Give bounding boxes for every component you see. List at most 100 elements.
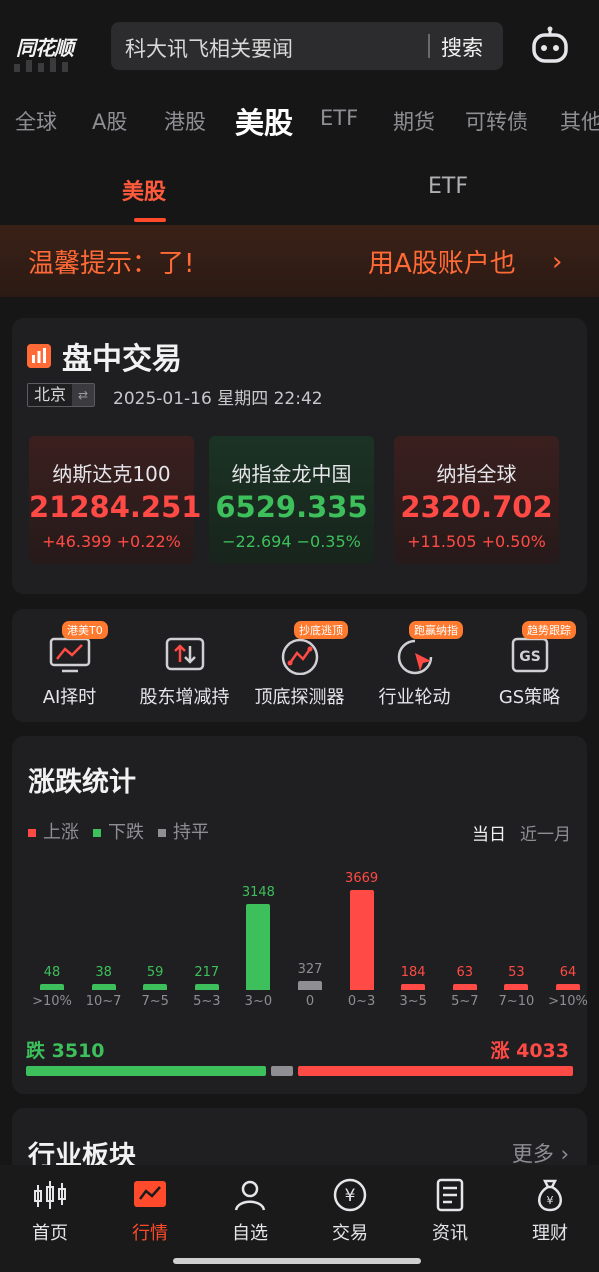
chart-bar xyxy=(401,984,426,990)
tool-peak-detector[interactable]: 抄底逃顶 顶底探测器 xyxy=(242,609,357,722)
updown-arrows-icon xyxy=(165,637,205,671)
bar-category-label: 0 xyxy=(305,994,315,1009)
tab-a-share[interactable]: A股 xyxy=(92,106,127,136)
bar-category-label: 5~7 xyxy=(451,994,479,1009)
bar-category-label: 3~0 xyxy=(244,994,273,1009)
tool-gs-strategy[interactable]: GS 趋势跟踪 GS策略 xyxy=(472,609,587,722)
nav-home[interactable]: 首页 xyxy=(0,1177,100,1247)
tab-convertible[interactable]: 可转债 xyxy=(465,106,528,136)
nav-label: 首页 xyxy=(32,1223,68,1244)
notice-text-right: 用A股账户也 xyxy=(368,249,516,279)
bar-value-label: 327 xyxy=(297,962,323,977)
nav-label: 资讯 xyxy=(432,1223,468,1244)
nav-label: 理财 xyxy=(532,1223,568,1244)
period-today[interactable]: 当日 xyxy=(472,820,506,845)
tools-card: 港美T0 AI择时 股东增减持 抄底逃顶 顶底探测器 跑赢纳指 行业轮动 GS … xyxy=(12,609,587,722)
nav-market[interactable]: 行情 xyxy=(100,1177,200,1247)
bar-category-label: 7~5 xyxy=(141,994,169,1009)
stats-title: 涨跌统计 xyxy=(28,767,136,798)
ratio-down-segment xyxy=(26,1066,266,1076)
ratio-up-segment xyxy=(298,1066,573,1076)
tool-badge: 跑赢纳指 xyxy=(409,621,463,639)
search-bar[interactable]: 科大讯飞相关要闻 搜索 xyxy=(111,22,503,70)
chart-bar xyxy=(143,984,168,990)
chart-bar xyxy=(298,981,322,990)
bar-value-label: 53 xyxy=(508,965,525,980)
nav-trade[interactable]: ¥ 交易 xyxy=(300,1177,400,1247)
chart-bar xyxy=(504,984,529,990)
down-total: 跌 3510 xyxy=(26,1040,105,1062)
bar-category-label: 10~7 xyxy=(85,994,122,1009)
bar-category-label: 5~3 xyxy=(193,994,221,1009)
index-card-nasdaq-global[interactable]: 纳指全球 2320.702 +11.505 +0.50% xyxy=(394,436,559,564)
market-tabs: 全球 A股 港股 美股 ETF 期货 可转债 其他 xyxy=(0,96,599,146)
index-name: 纳指金龙中国 xyxy=(231,462,352,486)
tool-label: 股东增减持 xyxy=(139,687,230,708)
tool-label: GS策略 xyxy=(498,687,561,708)
nav-label: 行情 xyxy=(132,1223,168,1244)
more-link[interactable]: 更多 › xyxy=(512,1138,569,1168)
svg-text:¥: ¥ xyxy=(345,1186,356,1206)
notice-banner[interactable]: 温馨提示：了! 用A股账户也 › xyxy=(0,225,599,297)
index-change: +46.399 +0.22% xyxy=(42,532,181,551)
bar-value-label: 64 xyxy=(559,965,577,980)
tab-us[interactable]: 美股 xyxy=(235,100,293,142)
nav-news[interactable]: 资讯 xyxy=(400,1177,500,1247)
robot-assistant-icon[interactable] xyxy=(530,26,570,66)
tab-other[interactable]: 其他 xyxy=(560,106,599,136)
chart-bar xyxy=(556,984,580,990)
bar-value-label: 3669 xyxy=(345,871,379,886)
yen-icon: ¥ xyxy=(333,1178,367,1212)
index-change: +11.505 +0.50% xyxy=(407,532,546,551)
tool-badge: 港美T0 xyxy=(62,621,108,639)
chart-bar xyxy=(194,984,219,990)
subtab-etf[interactable]: ETF xyxy=(428,174,468,199)
gs-icon: GS xyxy=(511,637,549,673)
rotation-cursor-icon xyxy=(397,639,433,675)
nav-label: 自选 xyxy=(232,1223,268,1244)
datetime-label: 2025-01-16 星期四 22:42 xyxy=(113,389,323,409)
market-chart-icon xyxy=(134,1181,166,1207)
bar-value-label: 184 xyxy=(400,965,426,980)
tab-futures[interactable]: 期货 xyxy=(393,106,435,136)
bar-value-label: 217 xyxy=(194,965,220,980)
logo-candles-icon xyxy=(14,58,68,72)
updown-ratio-bar xyxy=(26,1066,573,1076)
search-input[interactable]: 科大讯飞相关要闻 xyxy=(125,33,293,63)
home-indicator xyxy=(173,1258,421,1264)
app-logo[interactable]: 同花顺 xyxy=(10,22,95,72)
index-card-golden-dragon[interactable]: 纳指金龙中国 6529.335 −22.694 −0.35% xyxy=(209,436,374,564)
svg-text:¥: ¥ xyxy=(547,1194,554,1207)
city-switch[interactable]: 北京 ⇄ xyxy=(27,383,96,407)
nav-watchlist[interactable]: 自选 xyxy=(200,1177,300,1247)
app-screen: 同花顺 科大讯飞相关要闻 搜索 全球 A股 港股 美股 ETF 期货 可转债 其… xyxy=(0,0,599,1272)
top-bar: 同花顺 科大讯飞相关要闻 搜索 xyxy=(0,0,599,90)
news-icon xyxy=(436,1178,464,1212)
tab-hk[interactable]: 港股 xyxy=(164,106,206,136)
chart-bar xyxy=(246,904,271,990)
period-month[interactable]: 近一月 xyxy=(520,820,571,845)
index-value: 6529.335 xyxy=(215,490,368,524)
bar-category-label: 0~3 xyxy=(347,994,376,1009)
swap-icon: ⇄ xyxy=(72,384,95,406)
tool-sector-rotation[interactable]: 跑赢纳指 行业轮动 xyxy=(357,609,472,722)
tool-ai-timing[interactable]: 港美T0 AI择时 xyxy=(12,609,127,722)
bar-value-label: 59 xyxy=(146,965,164,980)
bar-value-label: 63 xyxy=(456,965,474,980)
nav-label: 交易 xyxy=(332,1223,368,1244)
nav-wealth[interactable]: ¥ 理财 xyxy=(500,1177,599,1247)
bar-category-label: >10% xyxy=(32,994,72,1009)
tab-etf[interactable]: ETF xyxy=(320,106,358,130)
search-button[interactable]: 搜索 xyxy=(441,32,483,62)
notice-text-left: 温馨提示：了! xyxy=(28,249,195,279)
sub-tabs: 美股 ETF xyxy=(0,160,599,222)
intraday-card: 盘中交易 北京 ⇄ 2025-01-16 星期四 22:42 纳斯达克100 2… xyxy=(12,318,587,594)
index-change: −22.694 −0.35% xyxy=(222,532,361,551)
chart-bar xyxy=(452,984,477,990)
logo-text: 同花顺 xyxy=(16,36,74,60)
subtab-us-stocks[interactable]: 美股 xyxy=(122,174,166,206)
svg-text:GS: GS xyxy=(519,649,541,665)
index-card-nasdaq100[interactable]: 纳斯达克100 21284.251 +46.399 +0.22% xyxy=(29,436,201,564)
tab-global[interactable]: 全球 xyxy=(15,106,57,136)
tool-shareholder[interactable]: 股东增减持 xyxy=(127,609,242,722)
